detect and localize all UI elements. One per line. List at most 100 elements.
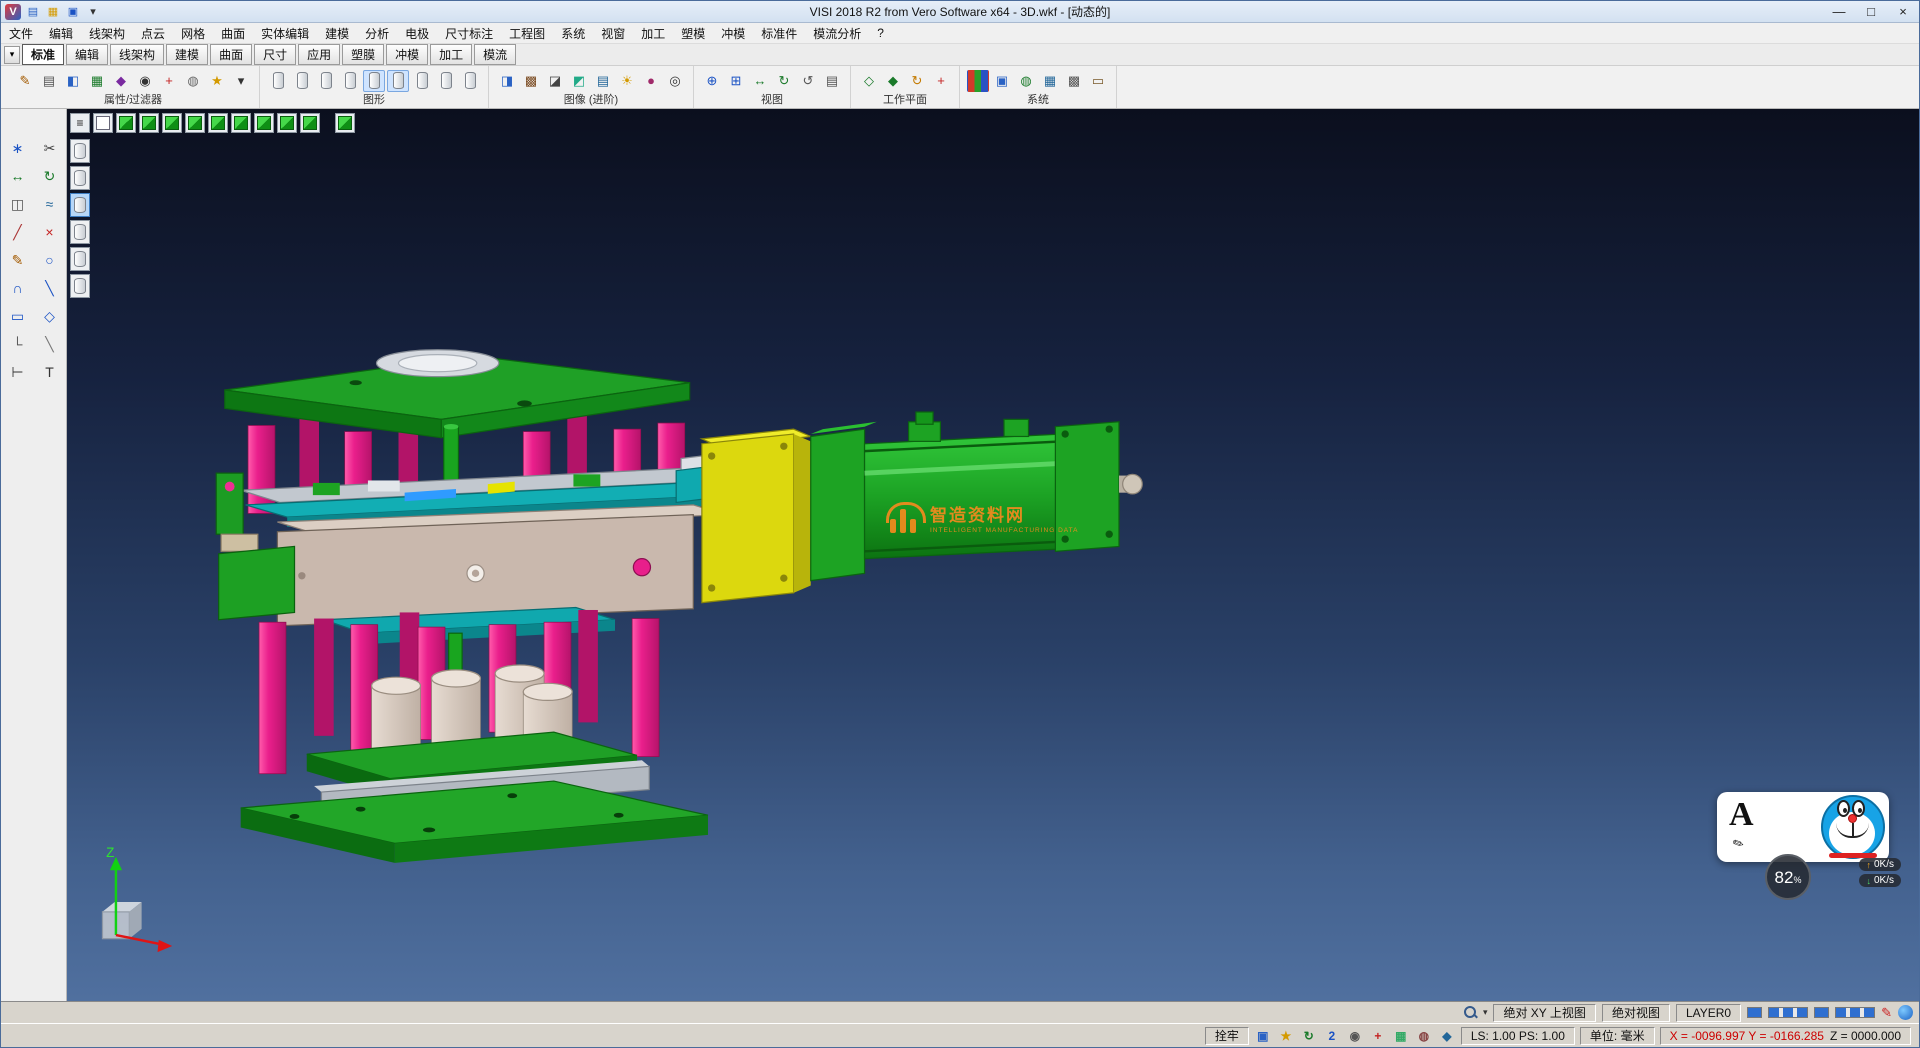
menu-item-1[interactable]: 编辑 xyxy=(41,23,81,43)
menu-item-10[interactable]: 尺寸标注 xyxy=(437,23,501,43)
layer-colors-swatch[interactable] xyxy=(1768,1007,1808,1018)
rectangle-icon[interactable]: ▭ xyxy=(6,304,30,328)
minimize-button[interactable]: — xyxy=(1823,1,1855,22)
tab-surface[interactable]: 曲面 xyxy=(210,44,252,65)
scissors-icon[interactable]: ✂ xyxy=(38,136,62,160)
draft-display-icon[interactable] xyxy=(459,70,481,92)
menu-item-8[interactable]: 分析 xyxy=(357,23,397,43)
speed-widget[interactable]: A ✎ 82% ↑0K/s ↓0K/s xyxy=(1717,792,1903,920)
top-view-icon[interactable] xyxy=(139,113,159,133)
chamfer-icon[interactable]: ╲ xyxy=(38,332,62,356)
scale-field[interactable]: LS: 1.00 PS: 1.00 xyxy=(1461,1027,1575,1045)
layer-filter-icon[interactable]: ▦ xyxy=(86,70,108,92)
copy-attributes-icon[interactable]: ▤ xyxy=(38,70,60,92)
axes-icon[interactable]: + xyxy=(1369,1027,1387,1045)
zoom-previous-icon[interactable]: ↺ xyxy=(797,70,819,92)
dynamic-rotate-icon[interactable] xyxy=(335,113,355,133)
progress-badge[interactable]: 82% xyxy=(1765,854,1811,900)
system-status-icon[interactable] xyxy=(1898,1005,1913,1020)
workplane-rotate-icon[interactable]: ↻ xyxy=(906,70,928,92)
active-color-swatch[interactable] xyxy=(1747,1007,1762,1018)
mask-icon[interactable]: ◍ xyxy=(1415,1027,1433,1045)
front-view-icon[interactable] xyxy=(185,113,205,133)
matrix-icon[interactable]: ▩ xyxy=(1063,70,1085,92)
shaded-edges-display-icon[interactable] xyxy=(363,70,385,92)
maximize-button[interactable]: □ xyxy=(1855,1,1887,22)
color-filter-icon[interactable]: ◧ xyxy=(62,70,84,92)
workplane-entity-icon[interactable]: ◆ xyxy=(882,70,904,92)
arc-icon[interactable]: ∩ xyxy=(6,276,30,300)
view-list-icon[interactable]: ▤ xyxy=(821,70,843,92)
zoom-fit-icon[interactable]: ⊕ xyxy=(701,70,723,92)
section-display-icon[interactable] xyxy=(411,70,433,92)
tab-application[interactable]: 应用 xyxy=(298,44,340,65)
menu-item-2[interactable]: 线架构 xyxy=(81,23,133,43)
tab-dropdown-icon[interactable]: ▾ xyxy=(4,46,20,64)
menu-item-12[interactable]: 系统 xyxy=(553,23,593,43)
search-icon[interactable] xyxy=(1464,1006,1477,1019)
bottom-view-icon[interactable] xyxy=(162,113,182,133)
left-view-icon[interactable] xyxy=(231,113,251,133)
ruler-icon[interactable]: ▭ xyxy=(1087,70,1109,92)
delete-icon[interactable]: × xyxy=(38,220,62,244)
refresh-icon[interactable]: ↻ xyxy=(1300,1027,1318,1045)
filter-solids-icon[interactable] xyxy=(70,220,90,244)
selection-filter-icon[interactable]: + xyxy=(158,70,180,92)
new-file-icon[interactable]: ▤ xyxy=(25,4,41,20)
tab-machining[interactable]: 加工 xyxy=(430,44,472,65)
transparent-display-icon[interactable] xyxy=(339,70,361,92)
filter-points-icon[interactable] xyxy=(70,139,90,163)
menu-item-14[interactable]: 加工 xyxy=(633,23,673,43)
search-caret-icon[interactable]: ▾ xyxy=(1483,1007,1488,1018)
hydraulic-cylinder[interactable] xyxy=(702,412,1142,603)
point-icon[interactable]: ∗ xyxy=(6,136,30,160)
view-orientation-field[interactable]: 绝对 XY 上视图 xyxy=(1493,1004,1595,1022)
tab-modeling[interactable]: 建模 xyxy=(166,44,208,65)
lower-die[interactable] xyxy=(241,608,708,863)
lock-toggle[interactable]: 拴牢 xyxy=(1205,1027,1249,1045)
viewport-3d[interactable]: ≡ xyxy=(67,109,1919,1001)
dimetric-view-icon[interactable] xyxy=(300,113,320,133)
table-icon[interactable]: ▦ xyxy=(1039,70,1061,92)
rotate-view-icon[interactable]: ↻ xyxy=(773,70,795,92)
attributes-icon[interactable]: ✎ xyxy=(14,70,36,92)
camera-icon[interactable]: ◎ xyxy=(664,70,686,92)
texture-icon[interactable]: ▩ xyxy=(520,70,542,92)
visi-logo[interactable]: V xyxy=(5,4,21,20)
menu-item-13[interactable]: 视窗 xyxy=(593,23,633,43)
quick-access-caret-icon[interactable]: ▾ xyxy=(85,4,101,20)
tab-dimension[interactable]: 尺寸 xyxy=(254,44,296,65)
back-view-icon[interactable] xyxy=(208,113,228,133)
type-filter-icon[interactable]: ◆ xyxy=(110,70,132,92)
color-palette-icon[interactable] xyxy=(967,70,989,92)
menu-item-18[interactable]: 模流分析 xyxy=(805,23,869,43)
globe-icon[interactable]: ◍ xyxy=(1015,70,1037,92)
reflection-icon[interactable]: ◩ xyxy=(568,70,590,92)
line-style-swatch[interactable] xyxy=(1835,1007,1875,1018)
save-file-icon[interactable]: ▣ xyxy=(65,4,81,20)
filter-mesh-icon[interactable] xyxy=(70,247,90,271)
perspective-display-icon[interactable] xyxy=(435,70,457,92)
screen-capture-icon[interactable]: ▣ xyxy=(1254,1027,1272,1045)
trim-icon[interactable]: ╱ xyxy=(6,220,30,244)
tab-molding[interactable]: 塑膜 xyxy=(342,44,384,65)
menu-item-4[interactable]: 网格 xyxy=(173,23,213,43)
mirror-icon[interactable]: ◫ xyxy=(6,192,30,216)
filter-drafting-icon[interactable] xyxy=(70,274,90,298)
grid-icon[interactable]: ▦ xyxy=(1392,1027,1410,1045)
right-view-icon[interactable] xyxy=(254,113,274,133)
highlight-filter-icon[interactable]: ★ xyxy=(206,70,228,92)
shaded-display-icon[interactable] xyxy=(267,70,289,92)
material-icon[interactable]: ● xyxy=(640,70,662,92)
widget-card[interactable]: A ✎ xyxy=(1717,792,1889,862)
tab-stamping[interactable]: 冲模 xyxy=(386,44,428,65)
menu-item-17[interactable]: 标准件 xyxy=(753,23,805,43)
wireframe-display-icon[interactable] xyxy=(291,70,313,92)
menu-item-5[interactable]: 曲面 xyxy=(213,23,253,43)
visibility-filter-icon[interactable]: ◉ xyxy=(134,70,156,92)
close-button[interactable]: × xyxy=(1887,1,1919,22)
workplane-origin-icon[interactable]: + xyxy=(930,70,952,92)
iso-view-icon[interactable] xyxy=(116,113,136,133)
viewport-menu-icon[interactable]: ≡ xyxy=(70,113,90,133)
dynamic-hide-display-icon[interactable] xyxy=(387,70,409,92)
